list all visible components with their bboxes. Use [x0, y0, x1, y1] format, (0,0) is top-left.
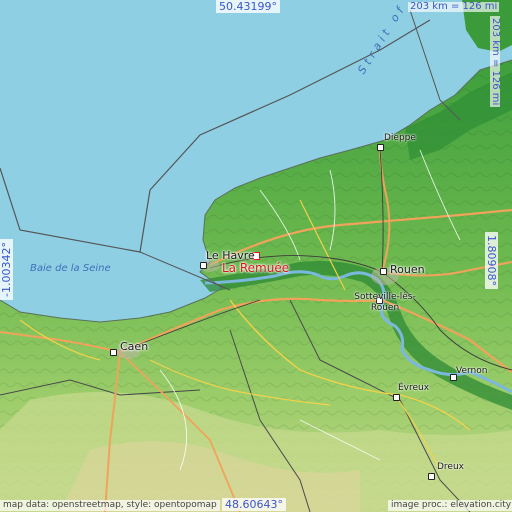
- caen-marker: [110, 349, 117, 356]
- label-evreux[interactable]: Évreux: [398, 384, 429, 393]
- label-dreux[interactable]: Dreux: [437, 463, 464, 472]
- label-baie-de-la-seine: Baie de la Seine: [30, 263, 111, 274]
- label-vernon[interactable]: Vernon: [456, 367, 487, 376]
- le-havre-marker: [200, 262, 207, 269]
- coord-south: 48.60643°: [222, 498, 286, 511]
- evreux-marker: [393, 394, 400, 401]
- credit-right: image proc.: elevation.city: [388, 500, 512, 511]
- credit-left: map data: openstreetmap, style: opentopo…: [0, 500, 220, 511]
- scale-right: 203 km = 126 mi: [490, 16, 501, 108]
- dreux-marker: [428, 473, 435, 480]
- label-sotteville[interactable]: Sotteville-lès-Rouen: [350, 292, 420, 314]
- coord-east: 1.80908°: [485, 232, 498, 289]
- dieppe-marker: [377, 144, 384, 151]
- scale-top: 203 km = 126 mi: [408, 1, 500, 12]
- label-dieppe[interactable]: Dieppe: [384, 134, 416, 143]
- label-caen[interactable]: Caen: [120, 341, 148, 352]
- label-target[interactable]: La Remuée: [222, 262, 289, 274]
- topographic-map[interactable]: Le Havre La Remuée Rouen Caen Dieppe Sot…: [0, 0, 512, 512]
- label-rouen[interactable]: Rouen: [390, 264, 425, 275]
- label-le-havre[interactable]: Le Havre: [206, 250, 255, 261]
- coord-west: -1.00342°: [0, 239, 13, 300]
- coord-north: 50.43199°: [216, 0, 280, 13]
- rouen-marker: [380, 268, 387, 275]
